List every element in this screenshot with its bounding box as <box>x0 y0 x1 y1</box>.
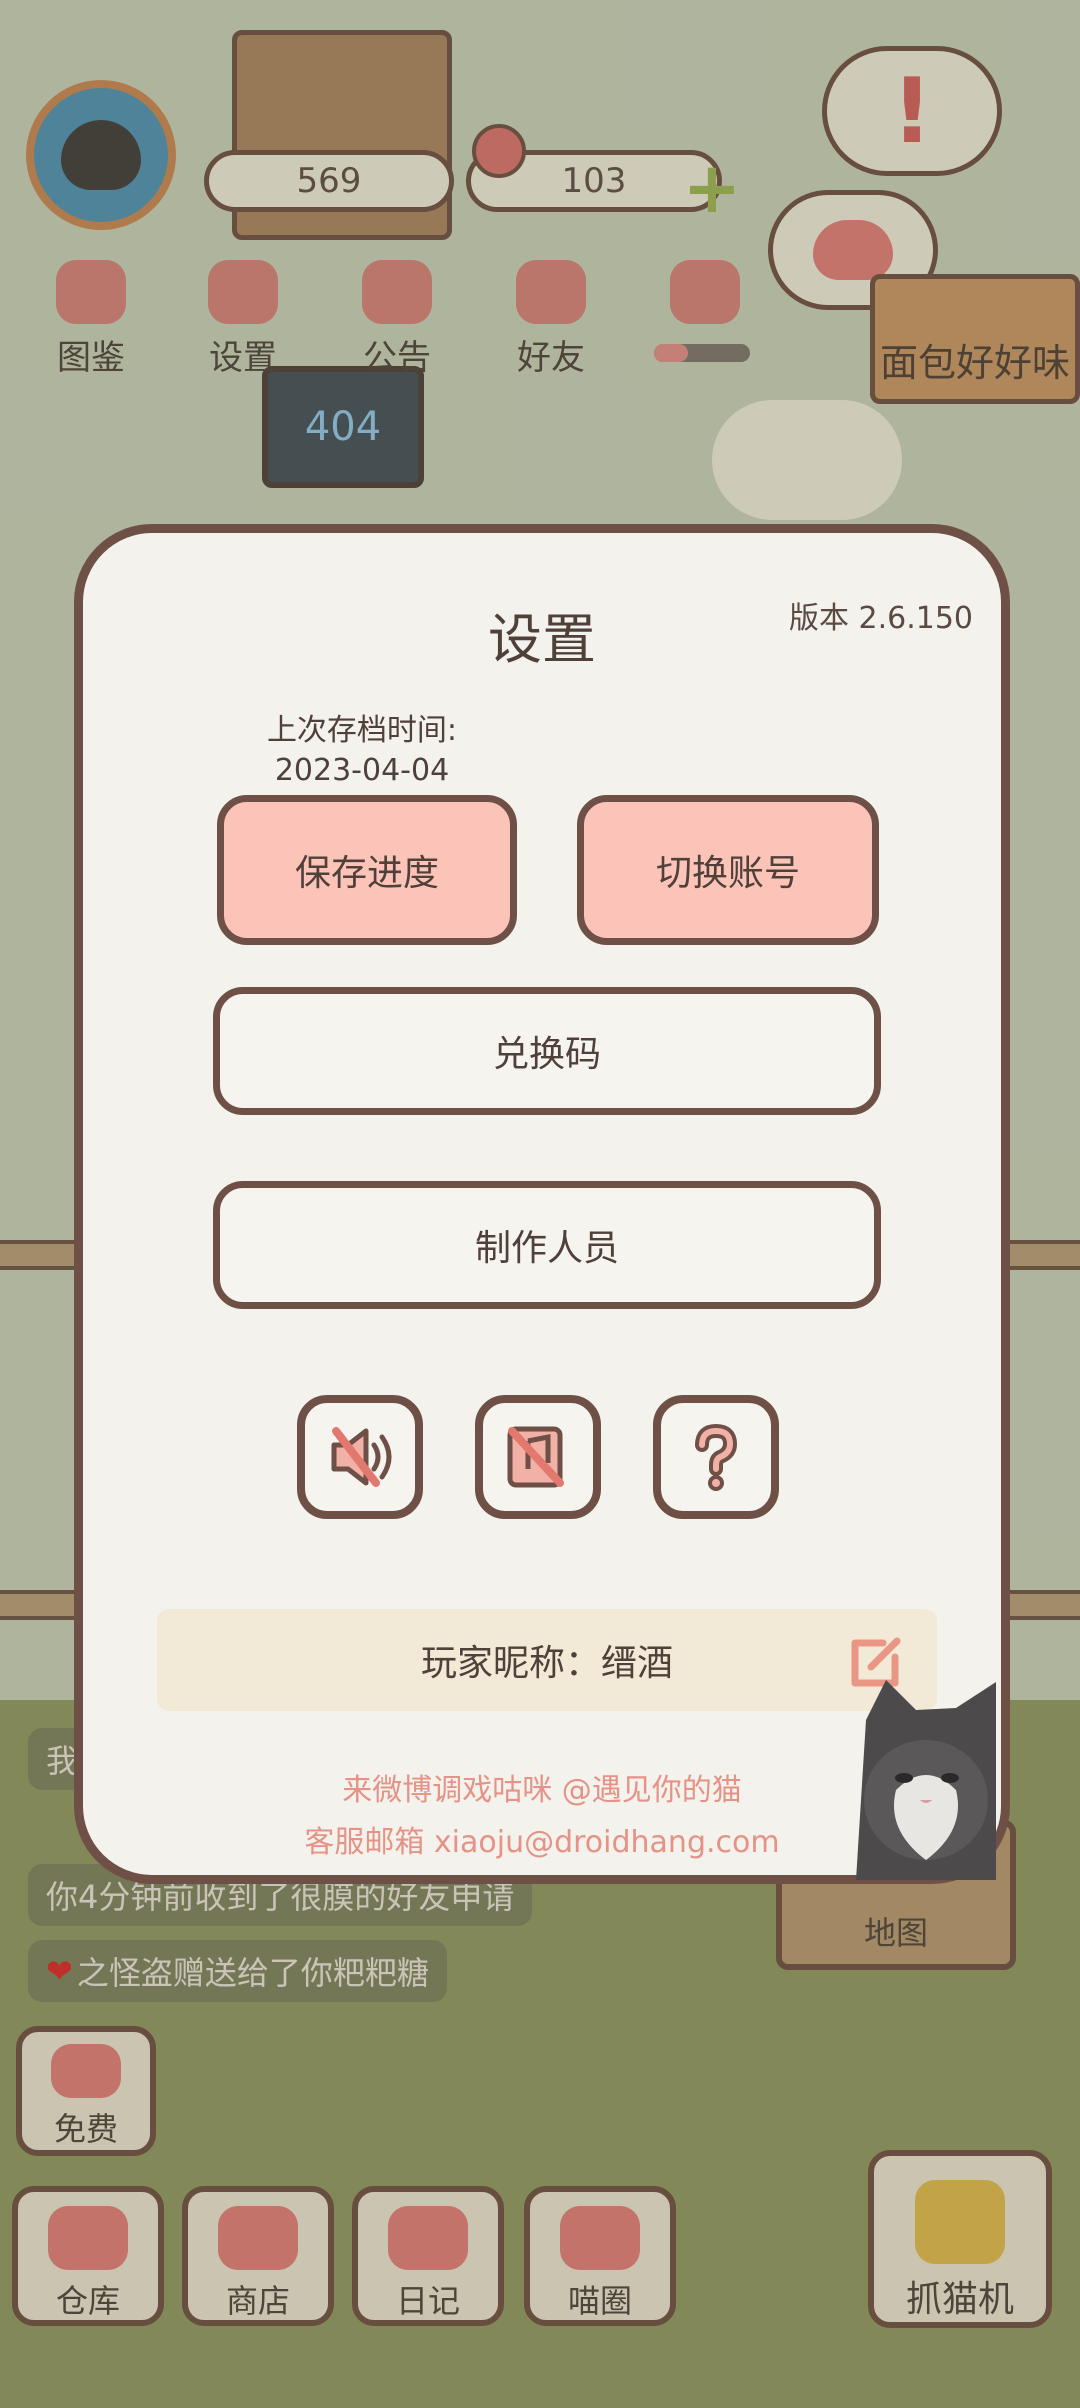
nickname-row: 玩家昵称：缙酒 <box>157 1609 937 1711</box>
cat-photo <box>856 1680 996 1880</box>
mute-music-icon <box>507 1426 564 1488</box>
save-time-label: 上次存档时间: <box>266 713 458 748</box>
switch-account-button[interactable]: 切换账号 <box>577 795 879 945</box>
save-progress-button[interactable]: 保存进度 <box>217 795 517 945</box>
help-icon <box>695 1423 738 1491</box>
nickname-label: 玩家昵称：缙酒 <box>420 1643 673 1684</box>
save-progress-label: 保存进度 <box>294 853 439 894</box>
credits-label: 制作人员 <box>474 1228 619 1269</box>
music-toggle-button[interactable] <box>475 1395 601 1519</box>
help-button[interactable] <box>653 1395 779 1519</box>
redeem-code-label: 兑换码 <box>492 1034 601 1075</box>
credits-button[interactable]: 制作人员 <box>213 1181 881 1309</box>
version-label: 版本 2.6.150 <box>788 601 973 636</box>
switch-account-label: 切换账号 <box>655 853 800 894</box>
sound-toggle-button[interactable] <box>297 1395 423 1519</box>
mute-sound-icon <box>331 1427 392 1487</box>
redeem-code-button[interactable]: 兑换码 <box>213 987 881 1115</box>
